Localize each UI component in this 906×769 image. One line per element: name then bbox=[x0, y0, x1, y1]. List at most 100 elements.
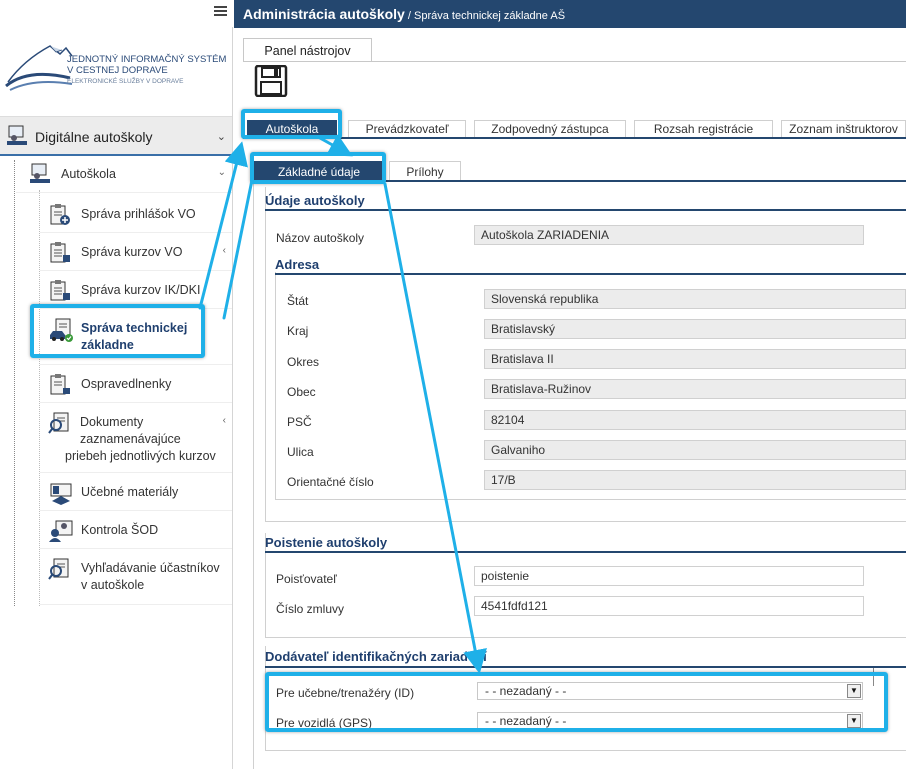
learning-materials-icon bbox=[48, 481, 74, 508]
section-title-school: Údaje autoškoly bbox=[265, 193, 365, 208]
sidebar-item-ospravedlnenky[interactable]: Ospravedlnenky bbox=[40, 365, 232, 403]
save-button[interactable] bbox=[254, 64, 288, 98]
sidebar-section-digital-schools[interactable]: Digitálne autoškoly ⌄ bbox=[0, 116, 232, 156]
chevron-left-icon: ‹ bbox=[222, 245, 226, 256]
sidebar-item-label: Dokumenty zaznamenávajúce priebeh jednotli… bbox=[65, 414, 216, 465]
sidebar-item-label: Učebné materiály bbox=[81, 485, 179, 499]
sidebar-item-ucebne-materialy[interactable]: Učebné materiály bbox=[40, 473, 232, 511]
tab-prevadzkovatel[interactable]: Prevádzkovateľ bbox=[348, 120, 466, 137]
label-line: v autoškole bbox=[81, 578, 145, 592]
sidebar-item-sprava-kurzov-vo[interactable]: Správa kurzov VO ‹ bbox=[40, 233, 232, 271]
header-title: Administrácia autoškoly bbox=[243, 6, 405, 22]
tab-rozsah-registracie[interactable]: Rozsah registrácie bbox=[634, 120, 773, 137]
sidebar-item-kontrola-sod[interactable]: Kontrola ŠOD bbox=[40, 511, 232, 549]
page-title: Administrácia autoškoly / Správa technic… bbox=[243, 6, 565, 22]
section-rule bbox=[275, 273, 906, 275]
user-card-icon bbox=[48, 519, 74, 546]
logo: JEDNOTNÝ INFORMAČNÝ SYSTÉM V CESTNEJ DOP… bbox=[4, 38, 229, 96]
label-line: zaznamenávajúce bbox=[80, 432, 181, 446]
document-search-icon bbox=[48, 411, 74, 438]
insurer-label: Poisťovateľ bbox=[276, 572, 337, 586]
sidebar-section-label: Digitálne autoškoly bbox=[35, 129, 153, 145]
logo-text: JEDNOTNÝ INFORMAČNÝ SYSTÉM V CESTNEJ DOP… bbox=[67, 54, 226, 87]
sidebar-item-sprava-kurzov-ik[interactable]: Správa kurzov IK/DKI bbox=[40, 271, 232, 309]
sidebar-item-label: Vyhľadávanie účastníkov v autoškole bbox=[81, 560, 220, 594]
address-label-okres: Okres bbox=[287, 355, 320, 369]
school-desk-icon bbox=[5, 125, 29, 150]
main-content: Panel nástrojov Autoškola Prevádzkovateľ… bbox=[234, 28, 906, 769]
chevron-down-icon: ⌄ bbox=[217, 167, 226, 178]
contract-number-label: Číslo zmluvy bbox=[276, 602, 345, 616]
supplier-label-id: Pre učebne/trenažéry (ID) bbox=[276, 686, 415, 700]
clipboard-icon bbox=[48, 373, 72, 400]
supplier-select-gps[interactable]: - - nezadaný - - ▼ bbox=[477, 712, 863, 730]
label-line: priebeh jednotlivých kurzov bbox=[65, 449, 216, 463]
page-header: Administrácia autoškoly / Správa technic… bbox=[234, 0, 906, 28]
tab-underline bbox=[243, 137, 906, 139]
tab-autoskola[interactable]: Autoškola bbox=[247, 120, 337, 137]
sidebar-item-sprava-prihlasok[interactable]: Správa prihlášok VO bbox=[40, 195, 232, 233]
sidebar-item-label: Správa kurzov IK/DKI bbox=[81, 283, 201, 297]
car-document-icon bbox=[48, 317, 74, 346]
subtab-prilohy[interactable]: Prílohy bbox=[389, 161, 461, 181]
tree-connector bbox=[14, 160, 15, 606]
sidebar-item-dokumenty[interactable]: Dokumenty zaznamenávajúce priebeh jednotli… bbox=[40, 403, 232, 473]
sidebar-item-autoskola[interactable]: Autoškola ⌄ bbox=[16, 157, 232, 193]
mountain-logo-icon bbox=[5, 45, 73, 91]
sidebar-item-label: Kontrola ŠOD bbox=[81, 523, 159, 537]
address-field-okres[interactable]: Bratislava II bbox=[484, 349, 906, 369]
address-label-ulica: Ulica bbox=[287, 445, 314, 459]
select-value: - - nezadaný - - bbox=[485, 684, 567, 698]
dropdown-arrow-icon[interactable]: ▼ bbox=[847, 684, 861, 698]
address-field-orientacne-cislo[interactable]: 17/B bbox=[484, 470, 906, 490]
floppy-disk-icon bbox=[254, 64, 288, 98]
subtab-zakladne-udaje[interactable]: Základné údaje bbox=[254, 161, 384, 181]
tab-zoznam-instruktorov[interactable]: Zoznam inštruktorov bbox=[781, 120, 906, 137]
supplier-select-id[interactable]: - - nezadaný - - ▼ bbox=[477, 682, 863, 700]
label-line: Vyhľadávanie účastníkov bbox=[81, 561, 220, 575]
dropdown-arrow-icon[interactable]: ▼ bbox=[847, 714, 861, 728]
chevron-left-icon: ‹ bbox=[222, 415, 226, 426]
sidebar-item-label: Správa prihlášok VO bbox=[81, 207, 196, 221]
section-title-insurance: Poistenie autoškoly bbox=[265, 535, 388, 550]
address-label-obec: Obec bbox=[287, 385, 316, 399]
insurer-field[interactable]: poistenie bbox=[474, 566, 864, 586]
chevron-down-icon: ⌄ bbox=[216, 131, 226, 143]
address-field-obec[interactable]: Bratislava-Ružinov bbox=[484, 379, 906, 399]
label-line: Dokumenty bbox=[80, 415, 144, 429]
school-desk-icon bbox=[28, 163, 52, 188]
sidebar-item-label: Správa kurzov VO bbox=[81, 245, 183, 259]
contract-number-field[interactable]: 4541fdfd121 bbox=[474, 596, 864, 616]
supplier-label-gps: Pre vozidlá (GPS) bbox=[276, 716, 373, 730]
section-title-supplier: Dodávateľ identifikačných zariadení bbox=[265, 649, 487, 664]
document-search-icon bbox=[48, 557, 74, 584]
address-label-stat: Štát bbox=[287, 294, 309, 308]
breadcrumb: / Správa technickej základne AŠ bbox=[404, 10, 566, 22]
sidebar-item-label: Ospravedlnenky bbox=[81, 377, 172, 391]
section-rule bbox=[265, 209, 906, 211]
sidebar-item-sprava-technickej-zakladne[interactable]: Správa technickej základne bbox=[40, 309, 232, 365]
section-rule bbox=[265, 551, 906, 553]
address-label-kraj: Kraj bbox=[287, 324, 309, 338]
address-label-orientacne-cislo: Orientačné číslo bbox=[287, 475, 374, 489]
clipboard-list-icon bbox=[48, 241, 72, 268]
hamburger-menu-icon[interactable] bbox=[214, 6, 227, 18]
address-label-psc: PSČ bbox=[287, 415, 312, 429]
scrollbar[interactable] bbox=[873, 668, 879, 686]
address-field-psc[interactable]: 82104 bbox=[484, 410, 906, 430]
address-field-ulica[interactable]: Galvaniho bbox=[484, 440, 906, 460]
tab-zodpovedny-zastupca[interactable]: Zodpovedný zástupca bbox=[474, 120, 626, 137]
school-name-field[interactable]: Autoškola ZARIADENIA bbox=[474, 225, 864, 245]
subtab-underline bbox=[253, 180, 906, 182]
sidebar: JEDNOTNÝ INFORMAČNÝ SYSTÉM V CESTNEJ DOP… bbox=[0, 0, 233, 769]
main-tabs: Autoškola Prevádzkovateľ Zodpovedný zást… bbox=[243, 120, 906, 138]
address-field-stat[interactable]: Slovenská republika bbox=[484, 289, 906, 309]
sidebar-item-vyhladavanie[interactable]: Vyhľadávanie účastníkov v autoškole bbox=[40, 549, 232, 605]
label-line: Správa technickej bbox=[81, 321, 188, 335]
clipboard-add-icon bbox=[48, 203, 72, 230]
section-rule bbox=[265, 666, 906, 668]
toolbar-panel-tab[interactable]: Panel nástrojov bbox=[243, 38, 372, 62]
address-field-kraj[interactable]: Bratislavský bbox=[484, 319, 906, 339]
select-value: - - nezadaný - - bbox=[485, 714, 567, 728]
logo-line-3: ELEKTRONICKÉ SLUŽBY V DOPRAVE bbox=[67, 78, 184, 85]
